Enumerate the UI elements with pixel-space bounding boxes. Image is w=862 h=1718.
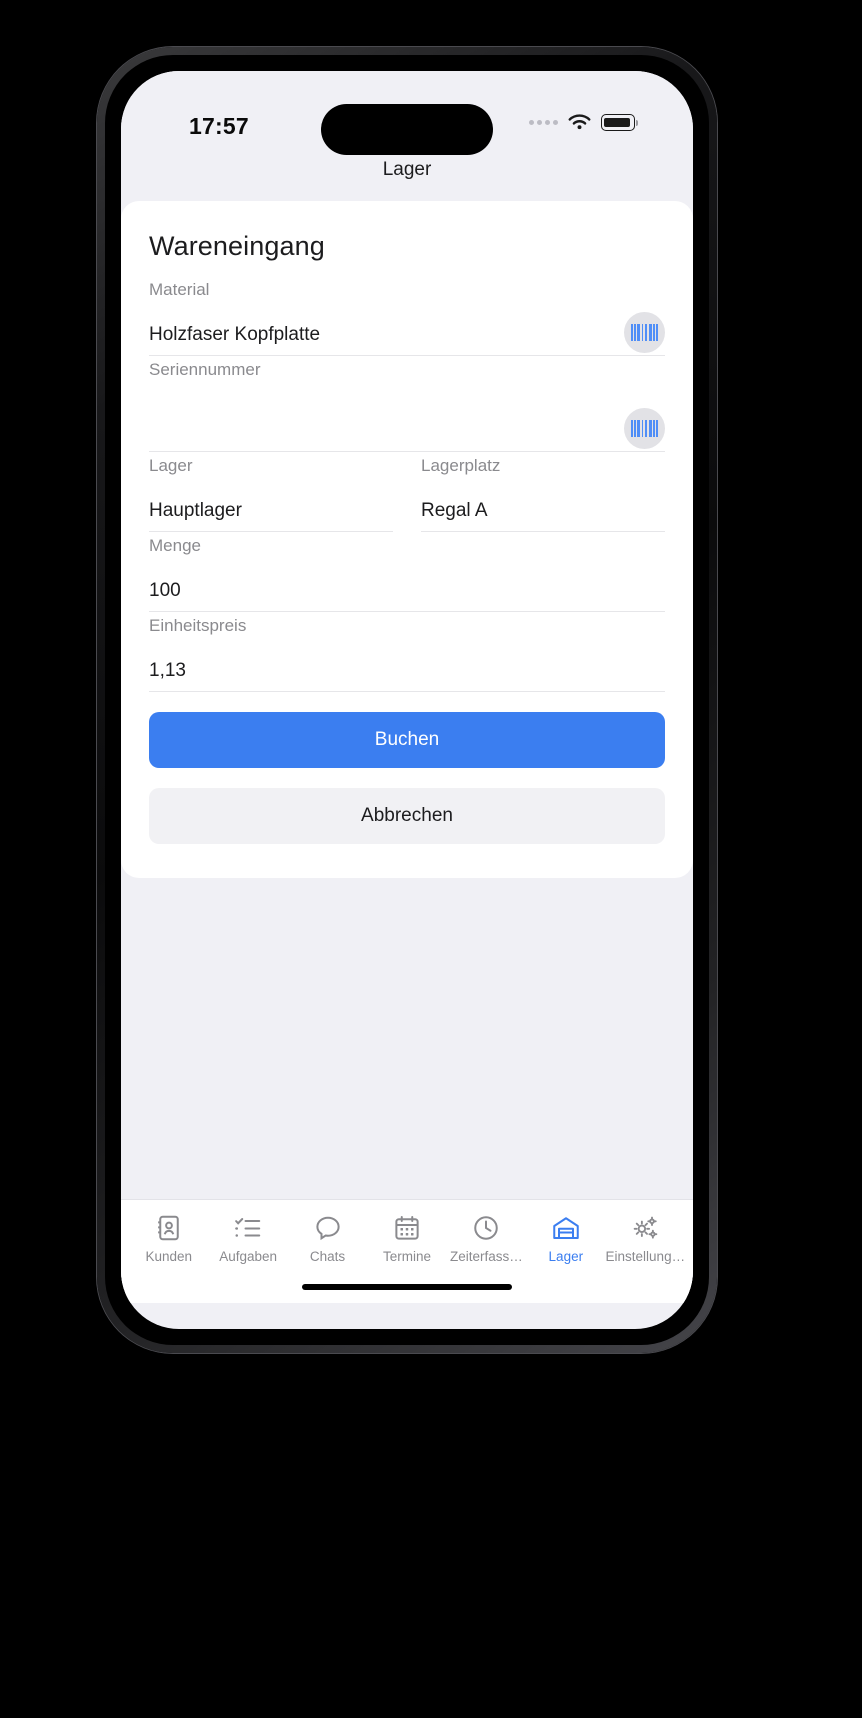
barcode-scan-button-material[interactable] <box>624 312 665 353</box>
tab-label-einstellungen: Einstellung… <box>605 1249 685 1264</box>
field-einheitspreis: Einheitspreis 1,13 <box>149 616 665 692</box>
screenshot-root: 17:57 Lager Wareneingang Material Holzfa… <box>0 0 862 1718</box>
phone-frame: 17:57 Lager Wareneingang Material Holzfa… <box>97 47 717 1353</box>
tab-label-aufgaben: Aufgaben <box>219 1249 278 1264</box>
content-area: Wareneingang Material Holzfaser Kopfplat… <box>121 201 693 1303</box>
tab-label-zeiterfassung: Termine <box>382 1249 431 1264</box>
field-row-einheitspreis[interactable]: 1,13 <box>149 646 665 692</box>
field-label-seriennummer: Seriennummer <box>149 360 261 379</box>
lager-row: Lager Hauptlager Lagerplatz Regal A <box>149 456 665 536</box>
calendar-icon <box>395 1216 419 1240</box>
field-row-material[interactable]: Holzfaser Kopfplatte <box>149 310 665 356</box>
status-bar-time: 17:57 <box>189 113 249 139</box>
clock-icon <box>474 1216 499 1240</box>
lagerplatz-input[interactable]: Regal A <box>421 500 665 522</box>
status-bar: 17:57 <box>121 71 693 155</box>
warehouse-icon <box>553 1217 579 1239</box>
abbrechen-button[interactable]: Abbrechen <box>149 788 665 844</box>
tab-chats[interactable]: Chats <box>288 1213 367 1264</box>
field-row-lagerplatz[interactable]: Regal A <box>421 486 665 532</box>
tab-label-zeiterfass: Zeiterfass… <box>450 1249 523 1264</box>
field-label-material: Material <box>149 280 210 299</box>
field-label-lagerplatz: Lagerplatz <box>421 456 501 475</box>
contacts-book-icon <box>157 1215 179 1241</box>
field-label-einheitspreis: Einheitspreis <box>149 616 247 635</box>
tab-zeiterfassung[interactable]: Zeiterfass… <box>447 1213 526 1264</box>
field-row-menge[interactable]: 100 <box>149 566 665 612</box>
phone-screen: 17:57 Lager Wareneingang Material Holzfa… <box>121 71 693 1329</box>
field-lagerplatz: Lagerplatz Regal A <box>421 456 665 532</box>
einheitspreis-input[interactable]: 1,13 <box>149 660 665 682</box>
wareneingang-card: Wareneingang Material Holzfaser Kopfplat… <box>121 201 693 878</box>
field-row-seriennummer[interactable] <box>149 390 665 452</box>
tab-lager[interactable]: Lager <box>526 1213 605 1264</box>
barcode-scan-button-seriennummer[interactable] <box>624 408 665 449</box>
buchen-button[interactable]: Buchen <box>149 712 665 768</box>
tab-label-lager: Lager <box>548 1249 584 1264</box>
field-row-lager[interactable]: Hauptlager <box>149 486 393 532</box>
tab-termine[interactable]: Termine <box>367 1213 446 1264</box>
speech-bubble-icon <box>315 1216 340 1241</box>
battery-icon <box>601 114 638 131</box>
material-input[interactable]: Holzfaser Kopfplatte <box>149 324 665 346</box>
dynamic-island <box>321 104 493 155</box>
barcode-scan-icon <box>630 420 659 437</box>
barcode-scan-icon <box>630 324 659 341</box>
status-bar-indicators <box>529 113 638 132</box>
tab-kunden[interactable]: Kunden <box>129 1213 208 1264</box>
tab-einstellungen[interactable]: Einstellung… <box>606 1213 685 1264</box>
menge-input[interactable]: 100 <box>149 580 665 602</box>
field-material: Material Holzfaser Kopfplatte <box>149 280 665 356</box>
field-seriennummer: Seriennummer <box>149 360 665 452</box>
phone-bezel: 17:57 Lager Wareneingang Material Holzfa… <box>105 55 709 1345</box>
field-lager: Lager Hauptlager <box>149 456 393 532</box>
lager-input[interactable]: Hauptlager <box>149 500 393 522</box>
home-indicator[interactable] <box>302 1284 512 1290</box>
tab-label-kunden: Kunden <box>145 1249 192 1264</box>
field-label-lager: Lager <box>149 456 193 475</box>
checklist-icon <box>235 1218 261 1237</box>
field-menge: Menge 100 <box>149 536 665 612</box>
wifi-icon <box>568 114 591 130</box>
signal-dots-icon <box>529 120 558 125</box>
field-label-menge: Menge <box>149 536 201 555</box>
card-heading: Wareneingang <box>149 231 325 261</box>
tab-label-chats: Chats <box>309 1249 346 1264</box>
tab-aufgaben[interactable]: Aufgaben <box>208 1213 287 1264</box>
gears-icon <box>633 1216 658 1239</box>
